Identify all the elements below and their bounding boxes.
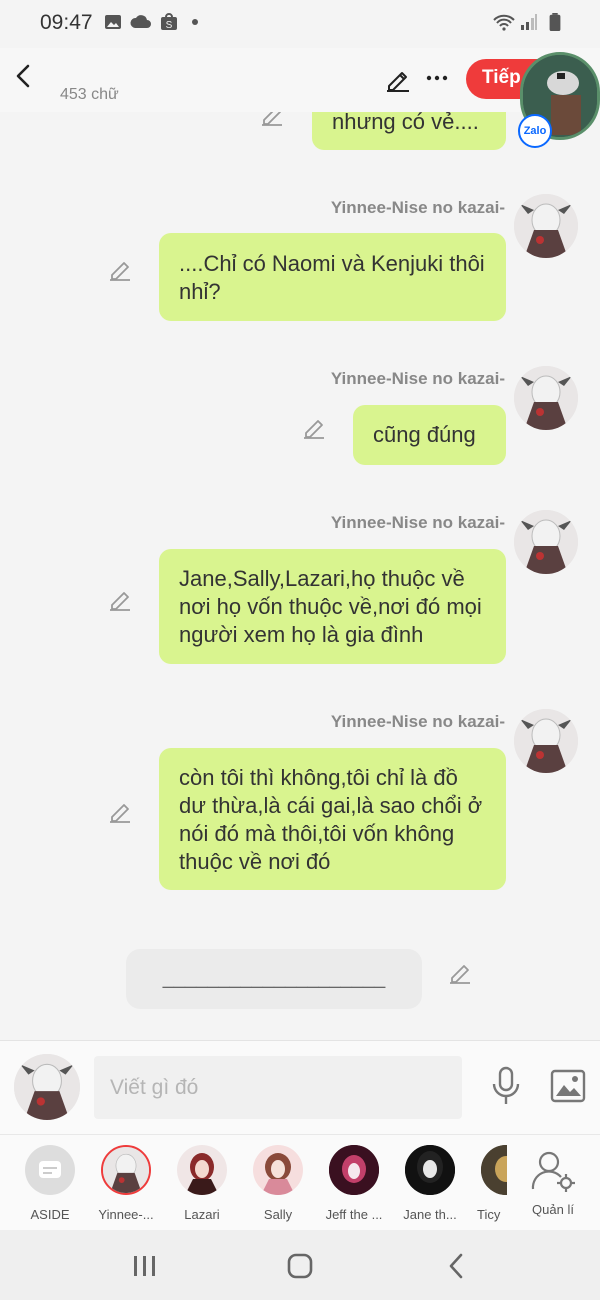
system-nav-bar <box>0 1230 600 1300</box>
character-label: ASIDE <box>30 1207 70 1222</box>
message-bubble[interactable]: Jane,Sally,Lazari,họ thuộc về nơi họ vốn… <box>159 549 506 664</box>
microphone-icon[interactable] <box>490 1066 522 1106</box>
edit-message-icon[interactable] <box>448 960 472 984</box>
composer-bar <box>0 1040 600 1134</box>
avatar-image <box>14 1054 80 1120</box>
image-icon[interactable] <box>550 1069 586 1103</box>
wifi-icon <box>493 14 515 31</box>
sender-name: Yinnee-Nise no kazai- <box>330 712 505 731</box>
edit-message-icon[interactable] <box>108 257 132 281</box>
character-avatar <box>329 1145 379 1195</box>
message-bubble[interactable]: cũng đúng <box>353 405 506 465</box>
character-yinnee[interactable]: Yinnee-... <box>91 1145 161 1222</box>
recent-apps-icon[interactable] <box>130 1252 160 1280</box>
message-input[interactable] <box>94 1056 462 1119</box>
cloud-icon <box>130 15 151 28</box>
sender-avatar[interactable] <box>514 194 578 258</box>
edit-pen-icon[interactable] <box>385 66 411 92</box>
sender-name: Yinnee-Nise no kazai- <box>330 198 505 217</box>
manage-characters-button[interactable]: Quản lí <box>518 1145 588 1217</box>
current-character-avatar[interactable] <box>14 1054 80 1120</box>
edit-message-icon[interactable] <box>302 415 326 439</box>
message-list: nhưng có vẻ.... Yinnee-Nise no kazai- ..… <box>0 112 600 1040</box>
character-avatar <box>481 1145 507 1195</box>
avatar-image <box>514 510 578 574</box>
story-header: 453 chữ Tiếp <box>0 48 600 112</box>
character-lazari[interactable]: Lazari <box>167 1145 237 1222</box>
status-time: 09:47 <box>40 11 93 34</box>
character-label: Jane th... <box>403 1207 457 1222</box>
manage-user-icon <box>531 1151 575 1192</box>
character-jeff[interactable]: Jeff the ... <box>319 1145 389 1222</box>
word-count: 453 chữ <box>60 86 119 103</box>
avatar-image <box>514 709 578 773</box>
message-bubble[interactable]: ....Chỉ có Naomi và Kenjuki thôi nhỉ? <box>159 233 506 321</box>
sender-avatar[interactable] <box>514 510 578 574</box>
message-bubble[interactable]: nhưng có vẻ.... <box>312 112 506 150</box>
status-bar: 09:47 S <box>0 0 600 48</box>
character-sally[interactable]: Sally <box>243 1145 313 1222</box>
character-label: Quản lí <box>532 1202 574 1217</box>
back-icon[interactable] <box>442 1252 472 1280</box>
sender-name: Yinnee-Nise no kazai- <box>330 369 505 388</box>
divider-block[interactable]: ____________________ <box>126 949 422 1009</box>
notification-dot <box>192 19 198 25</box>
character-ticy[interactable]: Ticy <box>471 1145 507 1222</box>
aside-icon <box>25 1145 75 1195</box>
shop-icon: S <box>161 13 177 31</box>
avatar-image <box>514 366 578 430</box>
edit-message-icon[interactable] <box>108 799 132 823</box>
sender-avatar[interactable] <box>514 366 578 430</box>
character-avatar <box>177 1145 227 1195</box>
character-avatar <box>101 1145 151 1195</box>
signal-icon <box>521 14 537 30</box>
more-options-icon[interactable] <box>425 66 449 90</box>
character-aside[interactable]: ASIDE <box>15 1145 85 1222</box>
sender-avatar[interactable] <box>514 709 578 773</box>
sender-name: Yinnee-Nise no kazai- <box>330 513 505 532</box>
character-avatar <box>253 1145 303 1195</box>
image-icon <box>105 15 121 29</box>
character-avatar <box>405 1145 455 1195</box>
svg-text:S: S <box>166 20 173 31</box>
character-label: Jeff the ... <box>325 1207 383 1222</box>
edit-message-icon[interactable] <box>108 587 132 611</box>
home-icon[interactable] <box>285 1252 315 1280</box>
message-bubble[interactable]: còn tôi thì không,tôi chỉ là đồ dư thừa,… <box>159 748 506 890</box>
character-label: Lazari <box>184 1207 220 1222</box>
character-label: Sally <box>263 1207 293 1222</box>
back-arrow-icon[interactable] <box>10 60 38 92</box>
avatar-image <box>514 194 578 258</box>
character-label: Ticy <box>477 1207 501 1222</box>
character-label: Yinnee-... <box>98 1207 154 1222</box>
character-jane[interactable]: Jane th... <box>395 1145 465 1222</box>
edit-message-icon[interactable] <box>260 112 284 126</box>
battery-icon <box>549 13 561 31</box>
character-selector: ASIDE Yinnee-... Lazari Sally Jeff the .… <box>0 1134 600 1230</box>
